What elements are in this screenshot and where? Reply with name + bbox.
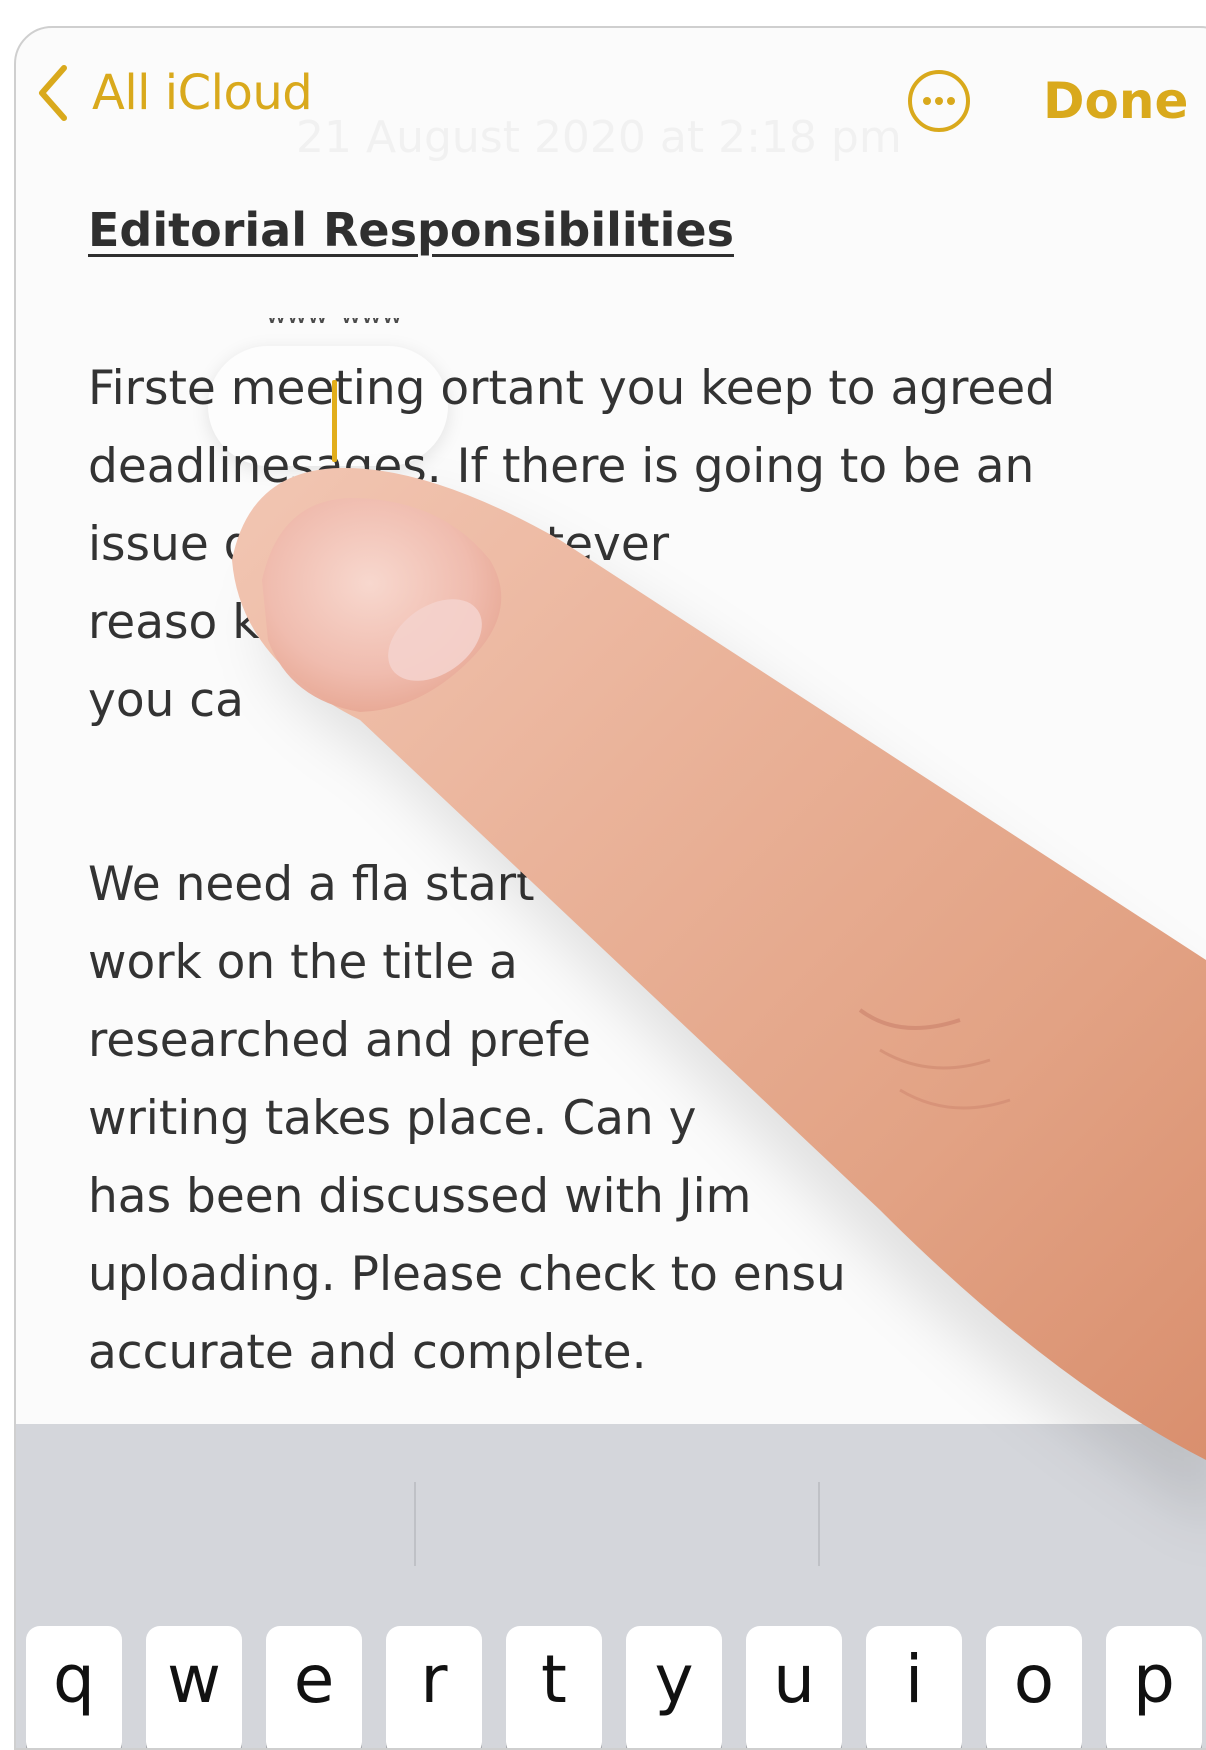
notes-screen: All iCloud 21 August 2020 at 2:18 pm Don… bbox=[14, 26, 1206, 1750]
key-y[interactable]: y bbox=[626, 1626, 722, 1748]
text-line: you ca bbox=[88, 673, 244, 728]
keyboard: q w e r t y u i o p bbox=[16, 1584, 1206, 1748]
key-i[interactable]: i bbox=[866, 1626, 962, 1748]
text-line: accurate and complete. bbox=[88, 1325, 647, 1380]
note-paragraph-1[interactable]: Firste meeting ortant you keep to agreed… bbox=[88, 350, 1178, 740]
text-line: uploading. Please check to ensu bbox=[88, 1247, 846, 1302]
text-line: We need a fla start bbox=[88, 857, 535, 912]
suggestion-divider bbox=[414, 1482, 416, 1566]
suggestion-divider bbox=[818, 1482, 820, 1566]
key-e[interactable]: e bbox=[266, 1626, 362, 1748]
text-line: writing takes place. Can y bbox=[88, 1091, 697, 1146]
key-o[interactable]: o bbox=[986, 1626, 1082, 1748]
back-button-label: All iCloud bbox=[92, 65, 313, 121]
text-line: Firste meeting ortant you keep to agreed bbox=[88, 361, 1056, 416]
note-date: 21 August 2020 at 2:18 pm bbox=[296, 112, 902, 163]
key-q[interactable]: q bbox=[26, 1626, 122, 1748]
chevron-left-icon bbox=[39, 65, 67, 121]
text-line: work on the title a bbox=[88, 935, 518, 990]
back-button[interactable]: All iCloud bbox=[36, 64, 313, 122]
text-line: researched and prefe bbox=[88, 1013, 591, 1068]
note-title[interactable]: Editorial Responsibilities bbox=[88, 203, 734, 257]
text-line: deadlinesages. If there is going to be a… bbox=[88, 439, 1035, 494]
text-cursor[interactable] bbox=[332, 380, 337, 462]
navigation-bar: All iCloud 21 August 2020 at 2:18 pm Don… bbox=[16, 28, 1206, 168]
key-r[interactable]: r bbox=[386, 1626, 482, 1748]
key-u[interactable]: u bbox=[746, 1626, 842, 1748]
note-paragraph-2[interactable]: We need a fla start work on the title a … bbox=[88, 846, 1178, 1392]
text-line: has been discussed with Jim bbox=[88, 1169, 752, 1224]
ellipsis-circle-icon[interactable] bbox=[906, 68, 972, 134]
text-line: reaso know as soon as bbox=[88, 595, 620, 650]
key-p[interactable]: p bbox=[1106, 1626, 1202, 1748]
done-button[interactable]: Done bbox=[1043, 72, 1188, 130]
keyboard-suggestion-bar bbox=[16, 1424, 1206, 1584]
key-t[interactable]: t bbox=[506, 1626, 602, 1748]
partial-text-line: ʷʷʷ ʷʷʷ bbox=[266, 318, 416, 332]
key-w[interactable]: w bbox=[146, 1626, 242, 1748]
text-line: issue dates for whatever bbox=[88, 517, 670, 572]
